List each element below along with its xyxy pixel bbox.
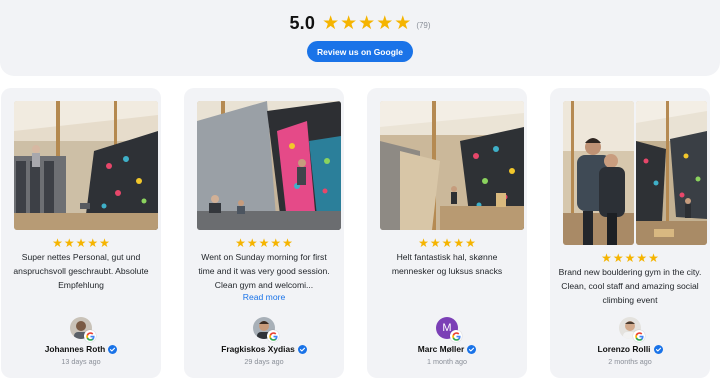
reviewer-name-row: Lorenzo Rolli	[550, 344, 710, 354]
google-icon	[267, 330, 279, 342]
rating-row: 5.0 ★ ★ ★ ★ ★ (79)	[0, 13, 720, 34]
star-icon: ★	[270, 236, 282, 250]
star-icon: ★	[258, 236, 270, 250]
star-icon: ★	[99, 236, 110, 250]
star-icon: ★	[87, 236, 99, 250]
reviewer-avatar[interactable]: M	[436, 317, 462, 342]
review-text: Brand new bouldering gym in the city. Cl…	[558, 267, 702, 305]
review-card: ★ ★ ★ ★ ★ Helt fantastisk hal, skønne mennes…	[367, 88, 527, 378]
star-icon: ★	[376, 13, 394, 34]
verified-badge-icon	[108, 344, 118, 354]
star-icon: ★	[235, 236, 246, 250]
reviewer-avatar[interactable]	[253, 317, 279, 342]
review-stars: ★ ★ ★ ★ ★	[367, 237, 527, 249]
verified-badge-icon	[467, 344, 477, 354]
star-icon: ★	[453, 236, 465, 250]
review-date: 1 month ago	[427, 357, 467, 366]
reviewer-name[interactable]: Johannes Roth	[45, 344, 106, 354]
star-icon: ★	[418, 236, 429, 250]
star-icon: ★	[465, 236, 476, 250]
star-icon: ★	[246, 236, 258, 250]
review-stars: ★ ★ ★ ★ ★	[184, 237, 344, 249]
verified-badge-icon	[297, 344, 307, 354]
review-stars: ★ ★ ★ ★ ★	[550, 252, 710, 264]
review-photos	[563, 101, 707, 245]
review-photo[interactable]	[636, 101, 707, 245]
review-text: Super nettes Personal, gut und anspruchs…	[13, 252, 149, 290]
star-icon: ★	[63, 236, 75, 250]
review-date: 29 days ago	[244, 357, 284, 366]
reviewer-name-row: Marc Møller	[367, 344, 527, 354]
star-icon: ★	[429, 236, 441, 250]
google-icon	[633, 330, 645, 342]
review-count: (79)	[416, 20, 431, 30]
review-card: ★ ★ ★ ★ ★ Super nettes Personal, gut und ans…	[1, 88, 161, 378]
review-card: ★ ★ ★ ★ ★ Brand new bouldering gym in the ci…	[550, 88, 710, 378]
star-icon: ★	[358, 13, 376, 34]
review-photo[interactable]	[563, 101, 634, 245]
review-date: 13 days ago	[61, 357, 101, 366]
review-date: 2 months ago	[608, 357, 652, 366]
star-icon: ★	[636, 251, 648, 265]
read-more-link[interactable]: Read more	[184, 292, 344, 302]
average-rating: 5.0	[289, 13, 316, 33]
star-icon: ★	[340, 13, 358, 34]
star-icon: ★	[75, 236, 87, 250]
review-photo[interactable]	[380, 101, 524, 230]
reviewer-avatar[interactable]	[619, 317, 645, 342]
review-stars: ★ ★ ★ ★ ★	[1, 237, 161, 249]
review-card: ★ ★ ★ ★ ★ Went on Sunday morning for first t…	[184, 88, 344, 378]
review-photo[interactable]	[197, 101, 341, 230]
star-icon: ★	[394, 13, 412, 34]
review-us-button[interactable]: Review us on Google	[307, 41, 413, 62]
google-icon	[84, 330, 96, 342]
average-stars: ★ ★ ★ ★ ★	[322, 14, 411, 33]
reviewer-name-row: Fragkiskos Xydias	[184, 344, 344, 354]
reviewer-name-row: Johannes Roth	[1, 344, 161, 354]
review-photo[interactable]	[14, 101, 158, 230]
review-text: Helt fantastisk hal, skønne mennesker og…	[391, 252, 503, 276]
reviewer-avatar[interactable]	[70, 317, 96, 342]
star-icon: ★	[612, 251, 624, 265]
review-text: Went on Sunday morning for first time an…	[198, 252, 330, 290]
star-icon: ★	[441, 236, 453, 250]
star-icon: ★	[322, 13, 340, 34]
star-icon: ★	[601, 251, 612, 265]
star-icon: ★	[282, 236, 293, 250]
star-icon: ★	[624, 251, 636, 265]
verified-badge-icon	[653, 344, 663, 354]
star-icon: ★	[52, 236, 63, 250]
rating-summary: 5.0 ★ ★ ★ ★ ★ (79) Review us on Google	[0, 0, 720, 76]
reviewer-name[interactable]: Fragkiskos Xydias	[221, 344, 295, 354]
reviewer-name[interactable]: Marc Møller	[418, 344, 465, 354]
reviewer-name[interactable]: Lorenzo Rolli	[597, 344, 650, 354]
google-icon	[450, 330, 462, 342]
star-icon: ★	[648, 251, 659, 265]
